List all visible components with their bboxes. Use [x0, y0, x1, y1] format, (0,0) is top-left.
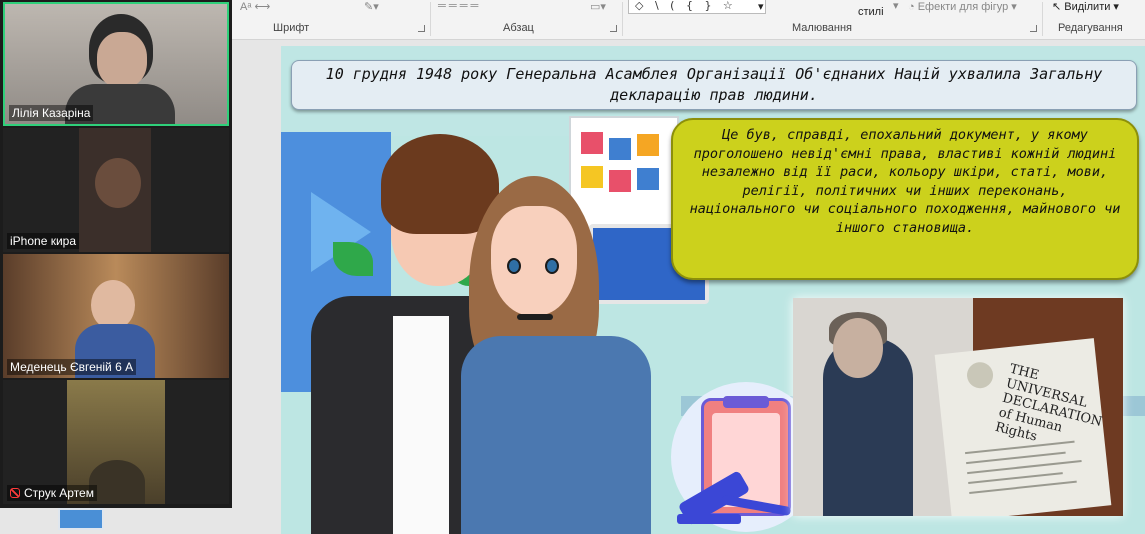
drawing-dialog-launcher-icon[interactable] [1030, 25, 1037, 32]
ribbon-separator [1042, 2, 1043, 36]
participant-tile[interactable]: Струк Артем [3, 380, 229, 504]
editing-group-label: Редагування [1058, 22, 1123, 34]
historical-photo[interactable]: THE UNIVERSAL DECLARATION of Human Right… [793, 298, 1123, 516]
shape-effects-button[interactable]: ◔ Ефекти для фігур ▾ [908, 0, 1017, 13]
shape-effects-label: Ефекти для фігур [917, 1, 1009, 13]
photo-head [833, 318, 883, 378]
sticky-note [609, 170, 631, 192]
mic-off-icon [10, 488, 20, 498]
participant-tile[interactable]: Меденець Євгеній 6 А [3, 254, 229, 378]
girl-illustration [461, 336, 651, 534]
shape-effects-icon: ◔ [908, 1, 918, 13]
video-participants-panel: Лілія Казаріна iPhone кира Меденець Євге… [0, 0, 232, 508]
font-group-label: Шрифт [273, 22, 310, 34]
sticky-note [637, 134, 659, 156]
thumbnail-strip [0, 508, 232, 534]
ribbon-separator [622, 2, 623, 36]
sticky-note [581, 132, 603, 154]
sticky-note [609, 138, 631, 160]
paragraph-group-label: Абзац [503, 22, 534, 34]
girl-face [491, 206, 577, 316]
gavel-base [677, 514, 741, 524]
eye [545, 258, 559, 274]
participant-tile[interactable]: iPhone кира [3, 128, 229, 252]
clipboard-clip [723, 396, 769, 408]
paragraph-more-icon[interactable]: ▭▾ [590, 0, 606, 13]
participant-name: Лілія Казаріна [9, 105, 94, 121]
select-label: Виділити [1064, 1, 1111, 13]
person-face [91, 280, 135, 330]
paragraph-align-icons[interactable]: ═ ═ ═ ═ [438, 0, 478, 12]
slide-thumbnail[interactable] [58, 508, 104, 530]
select-button[interactable]: ↖ Виділити ▾ [1052, 0, 1119, 13]
person-face [97, 32, 147, 88]
ribbon-separator [430, 2, 431, 36]
quick-styles-label[interactable]: стилі [858, 6, 884, 18]
person-head [89, 460, 145, 504]
un-seal-icon [965, 360, 995, 390]
person-face [95, 158, 141, 208]
drawing-group-label: Малювання [792, 22, 853, 34]
callout-textbox[interactable]: Це був, справді, епохальний документ, у … [671, 118, 1139, 280]
declaration-poster: THE UNIVERSAL DECLARATION of Human Right… [934, 338, 1112, 516]
shapes-gallery-more-icon[interactable]: ▾ [758, 0, 764, 13]
participant-name: Меденець Євгеній 6 А [7, 359, 137, 375]
ribbon-font-controls[interactable]: Aᵃ ⟷ [240, 0, 270, 13]
participant-tile[interactable]: Лілія Казаріна [3, 2, 229, 126]
sticky-note [581, 166, 603, 188]
sticky-note [637, 168, 659, 190]
paragraph-dialog-launcher-icon[interactable] [610, 25, 617, 32]
slide-title-textbox[interactable]: 10 грудня 1948 року Генеральна Асамблея … [291, 60, 1137, 110]
participant-name: Струк Артем [24, 486, 94, 500]
eye [507, 258, 521, 274]
styles-icon[interactable]: ▾ [893, 0, 899, 12]
slide-canvas[interactable]: THE UNIVERSAL DECLARATION of Human Right… [281, 46, 1145, 534]
cursor-icon: ↖ [1052, 1, 1065, 13]
poster-line [969, 480, 1077, 494]
choker [517, 314, 553, 320]
shapes-gallery[interactable]: ◇ \ ( { } ☆ [628, 0, 766, 14]
highlight-icon[interactable]: ✎▾ [364, 0, 379, 13]
font-dialog-launcher-icon[interactable] [418, 25, 425, 32]
boy-shirt [393, 316, 449, 534]
participant-name-muted: Струк Артем [7, 485, 97, 501]
participant-name: iPhone кира [7, 233, 79, 249]
poster-line [968, 472, 1063, 485]
